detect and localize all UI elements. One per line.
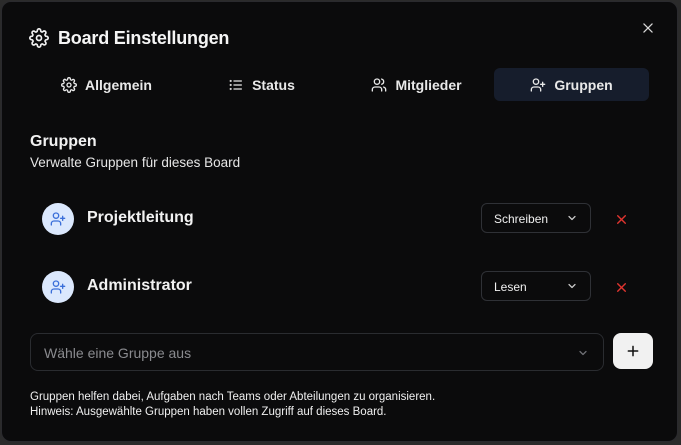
remove-group-button[interactable] [612,278,630,296]
chevron-down-icon [568,283,576,289]
user-plus-icon [50,280,66,294]
users-icon [372,77,387,92]
tab-label: Gruppen [554,76,613,93]
tab-label: Status [252,76,295,93]
user-plus-icon [50,212,66,226]
remove-group-button[interactable] [612,210,630,228]
footnote-line: Hinweis: Ausgewählte Gruppen haben volle… [30,406,387,418]
avatar [42,203,74,235]
settings-tabs: Allgemein Status Mitglieder Gruppen [29,68,649,101]
permission-select[interactable]: Lesen [481,271,591,301]
tab-allgemein[interactable]: Allgemein [29,68,184,101]
footnote: Gruppen helfen dabei, Aufgaben nach Team… [30,390,435,420]
group-row: Projektleitung Schreiben [42,202,642,235]
close-icon [616,214,626,224]
tab-label: Allgemein [85,76,152,93]
section-title: Gruppen [30,133,97,150]
gear-icon [61,76,77,93]
tab-label: Mitglieder [395,76,462,93]
footnote-line: Gruppen helfen dabei, Aufgaben nach Team… [30,391,436,403]
chevron-down-icon [579,350,587,356]
close-icon [616,282,626,292]
avatar [42,271,74,303]
dialog-title: Board Einstellungen [58,28,230,48]
group-row: Administrator Lesen [42,270,642,303]
group-name: Administrator [87,277,192,294]
group-select-placeholder: Wähle eine Gruppe aus [44,345,192,361]
group-name: Projektleitung [87,209,194,226]
group-select[interactable]: Wähle eine Gruppe aus [30,333,604,371]
chevron-down-icon [568,215,576,221]
permission-select[interactable]: Schreiben [481,203,591,233]
section-subtitle: Verwalte Gruppen für dieses Board [30,155,241,170]
gear-icon [29,28,49,48]
close-icon [643,23,653,33]
user-plus-icon [530,77,546,92]
add-group-button[interactable] [613,333,653,369]
permission-value: Lesen [494,280,527,294]
plus-icon [627,345,639,357]
tab-gruppen[interactable]: Gruppen [494,68,649,101]
permission-value: Schreiben [494,212,549,226]
close-button[interactable] [639,19,657,37]
list-icon [229,79,243,90]
tab-mitglieder[interactable]: Mitglieder [339,68,494,101]
board-settings-dialog: Board Einstellungen Allgemein Status Mit… [1,1,678,442]
tab-status[interactable]: Status [184,68,339,101]
